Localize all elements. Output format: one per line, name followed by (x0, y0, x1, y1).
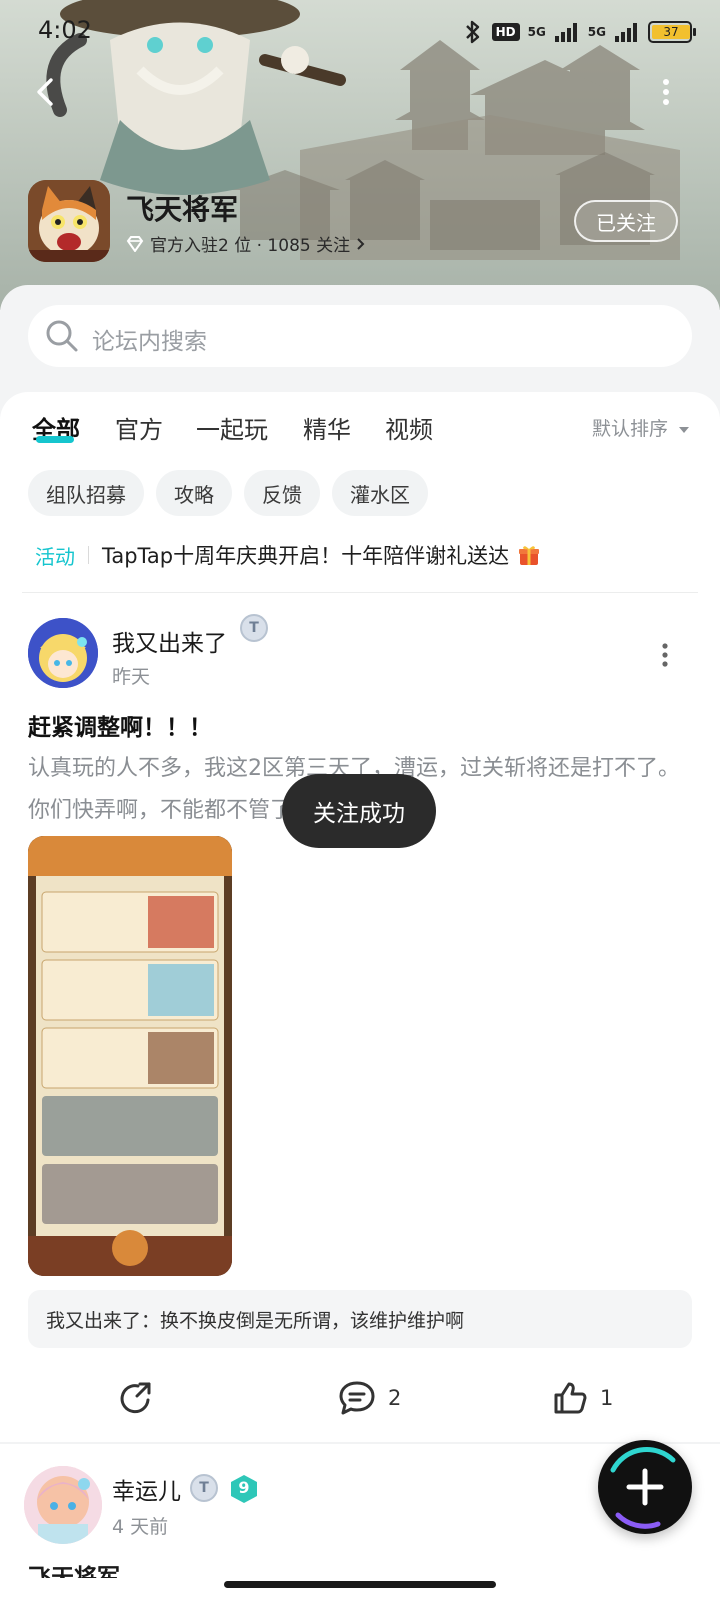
avatar[interactable] (24, 1466, 102, 1544)
game-screenshot (28, 836, 232, 1276)
post-time: 4 天前 (112, 1516, 169, 1538)
signal-bars-icon (554, 23, 577, 42)
game-icon[interactable] (28, 180, 110, 262)
diamond-icon (126, 235, 144, 252)
event-divider (88, 546, 89, 564)
post-title[interactable]: 赶紧调整啊！！！ (28, 708, 212, 742)
avatar-image (24, 1466, 102, 1544)
level-badge: 9 (230, 1474, 258, 1504)
active-tab-indicator (36, 436, 74, 443)
chip-water-zone[interactable]: 灌水区 (332, 470, 428, 516)
battery-level: 37 (663, 25, 679, 39)
hd-badge: HD (491, 23, 520, 41)
signal-label-2: 5G (587, 25, 606, 39)
back-arrow-icon[interactable] (30, 76, 62, 108)
event-banner[interactable]: TapTap十周年庆典开启！十年陪伴谢礼送达 (102, 540, 540, 570)
toast-message: 关注成功 (282, 774, 436, 848)
signal-bars-icon (615, 23, 637, 42)
game-meta[interactable]: 官方入驻2 位 · 1085 关注 (126, 231, 366, 256)
comment-count: 2 (388, 1386, 402, 1410)
event-tag: 活动 (35, 545, 75, 569)
thumbs-up-icon (554, 1382, 587, 1414)
sort-label: 默认排序 (591, 418, 668, 440)
level-number: 9 (238, 1478, 250, 1497)
game-cat-logo (28, 180, 110, 262)
status-time: 4:02 (38, 16, 92, 44)
caret-down-icon (679, 426, 689, 433)
tab-official[interactable]: 官方 (115, 410, 163, 445)
game-meta-text: 官方入驻2 位 · 1085 关注 (150, 236, 351, 256)
chip-label: 反馈 (262, 482, 302, 507)
like-button[interactable]: 1 (552, 1380, 613, 1416)
gift-icon (518, 546, 539, 565)
post-image[interactable] (28, 836, 232, 1276)
chip-label: 灌水区 (350, 482, 410, 507)
signal-label-1: 5G (527, 25, 546, 39)
sort-dropdown[interactable]: 默认排序 (592, 414, 690, 441)
post-more-icon[interactable] (662, 643, 668, 667)
post-title-peek[interactable]: 飞天将军 (28, 1556, 120, 1578)
post-author[interactable]: 幸运儿 (112, 1472, 181, 1506)
post-author[interactable]: 我又出来了 (112, 624, 227, 658)
chip-label: 组队招募 (46, 482, 126, 507)
chip-guide[interactable]: 攻略 (156, 470, 232, 516)
share-icon (120, 1382, 151, 1414)
followed-button[interactable]: 已关注 (574, 200, 678, 242)
chevron-right-icon (357, 237, 365, 250)
badge-label: T (249, 620, 259, 636)
home-indicator[interactable] (224, 1581, 496, 1588)
share-button[interactable] (118, 1380, 154, 1416)
avatar[interactable] (28, 618, 98, 688)
chip-team-recruit[interactable]: 组队招募 (28, 470, 144, 516)
verified-badge: T (240, 614, 268, 642)
more-vertical-icon[interactable] (662, 78, 670, 106)
tab-featured[interactable]: 精华 (303, 410, 351, 445)
chip-label: 攻略 (174, 482, 214, 507)
like-count: 1 (600, 1386, 614, 1410)
comment-button[interactable]: 2 (338, 1380, 401, 1416)
tab-video[interactable]: 视频 (385, 410, 433, 445)
battery-icon: 37 (648, 21, 696, 43)
status-bar: 4:02 HD 5G 5G 37 (0, 0, 720, 64)
comment-icon (339, 1381, 375, 1415)
comment-preview[interactable]: 我又出来了：换不换皮倒是无所谓，该维护维护啊 (28, 1290, 692, 1348)
avatar-image (28, 618, 98, 688)
game-name: 飞天将军 (126, 193, 239, 226)
chip-feedback[interactable]: 反馈 (244, 470, 320, 516)
event-text: TapTap十周年庆典开启！十年陪伴谢礼送达 (102, 544, 510, 568)
fab-ring (610, 1446, 676, 1529)
bluetooth-icon (465, 20, 479, 44)
post-time: 昨天 (112, 666, 151, 688)
verified-badge: T (190, 1474, 218, 1502)
create-post-button[interactable] (598, 1440, 692, 1534)
search-placeholder: 论坛内搜索 (92, 329, 207, 355)
search-icon (46, 320, 78, 352)
badge-label: T (199, 1480, 209, 1496)
divider (22, 592, 698, 593)
status-icons: HD 5G 5G 37 (462, 20, 696, 44)
tab-play-together[interactable]: 一起玩 (196, 410, 268, 445)
